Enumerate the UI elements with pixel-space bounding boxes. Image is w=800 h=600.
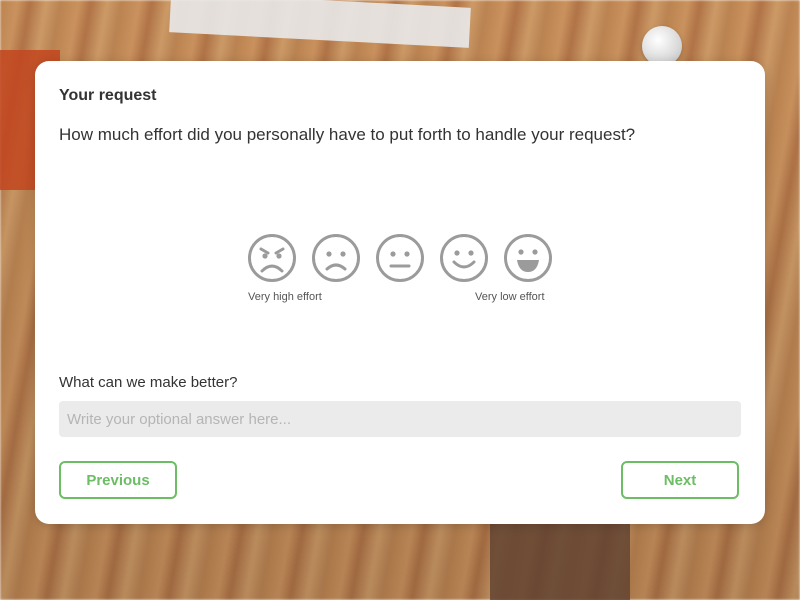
neutral-face-icon[interactable] bbox=[375, 233, 425, 283]
survey-card: Your request How much effort did you per… bbox=[35, 61, 765, 524]
high-effort-face-icon[interactable] bbox=[311, 233, 361, 283]
very-high-effort-face-icon[interactable] bbox=[247, 233, 297, 283]
card-title: Your request bbox=[59, 87, 157, 104]
effort-rating bbox=[247, 233, 553, 283]
very-low-effort-face-icon[interactable] bbox=[503, 233, 553, 283]
next-button[interactable]: Next bbox=[621, 461, 739, 499]
low-effort-face-icon[interactable] bbox=[439, 233, 489, 283]
survey-question: How much effort did you personally have … bbox=[59, 125, 636, 144]
scale-high-label: Very low effort bbox=[475, 291, 545, 303]
background-object bbox=[490, 520, 630, 600]
feedback-input[interactable] bbox=[59, 401, 741, 437]
feedback-label: What can we make better? bbox=[59, 374, 238, 391]
background-knob bbox=[642, 26, 682, 66]
previous-button[interactable]: Previous bbox=[59, 461, 177, 499]
scale-low-label: Very high effort bbox=[248, 291, 322, 303]
